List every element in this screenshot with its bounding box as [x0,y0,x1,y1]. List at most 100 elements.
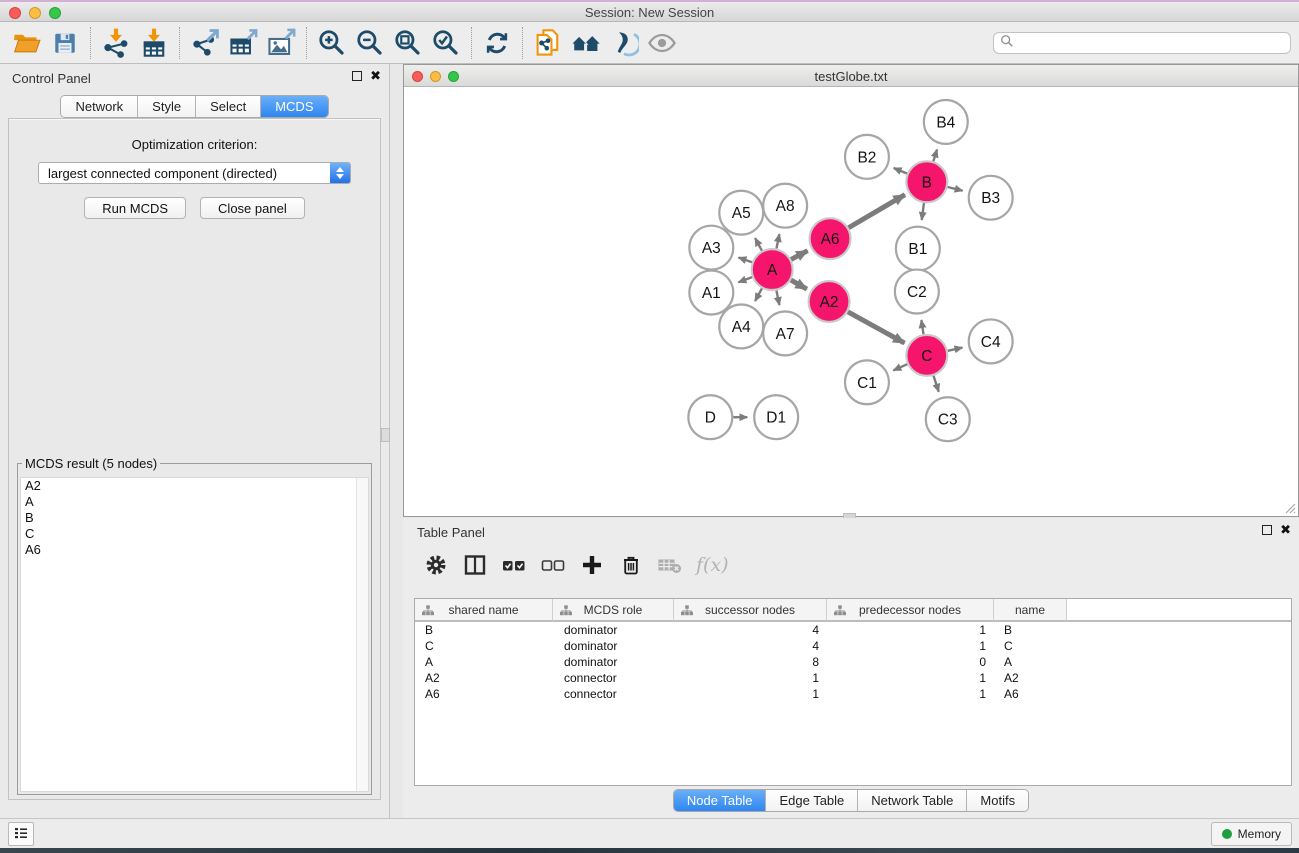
table-cell[interactable]: dominator [553,638,674,654]
graph-node-B3[interactable]: B3 [969,176,1013,220]
export-network-button[interactable] [186,26,224,60]
graph-edge-A-A3[interactable] [739,257,752,262]
graph-node-A4[interactable]: A4 [719,304,763,348]
graph-node-A1[interactable]: A1 [689,271,733,315]
graph-edge-A2-C[interactable] [848,312,905,343]
function-builder-button[interactable]: f(x) [694,554,729,576]
column-header-mcds-role[interactable]: MCDS role [553,599,674,622]
table-cell[interactable]: 0 [827,654,994,670]
close-panel-icon[interactable]: ✖ [370,71,381,81]
graph-node-A7[interactable]: A7 [763,311,807,355]
zoom-selected-button[interactable] [427,26,465,60]
table-cell[interactable]: C [994,638,1067,654]
result-scrollbar[interactable] [356,478,368,791]
mcds-result-item[interactable]: A6 [21,542,368,558]
clone-network-button[interactable] [529,26,567,60]
graph-node-B1[interactable]: B1 [896,227,940,271]
table-cell[interactable]: 1 [827,638,994,654]
graph-node-A5[interactable]: A5 [719,191,763,235]
search-input[interactable] [1014,36,1284,50]
birds-eye-view-button[interactable] [643,26,681,60]
close-table-panel-icon[interactable]: ✖ [1280,525,1291,535]
table-cell[interactable]: connector [553,670,674,686]
table-cell[interactable]: A2 [994,670,1067,686]
graph-edge-A-A2[interactable] [791,280,807,289]
table-cell[interactable]: 4 [674,622,827,638]
task-history-button[interactable] [8,822,34,846]
tab-motifs[interactable]: Motifs [967,790,1028,811]
tab-mcds[interactable]: MCDS [261,96,327,117]
memory-button[interactable]: Memory [1211,822,1292,846]
table-cell[interactable]: A [415,654,553,670]
table-cell[interactable]: B [415,622,553,638]
close-panel-button[interactable]: Close panel [200,197,305,219]
graph-node-A8[interactable]: A8 [763,184,807,228]
graph-edge-A-A4[interactable] [755,288,762,301]
graph-node-B2[interactable]: B2 [845,135,889,179]
table-settings-button[interactable] [421,550,451,580]
table-cell[interactable]: dominator [553,654,674,670]
delete-table-button[interactable] [655,550,685,580]
select-all-button[interactable] [499,550,529,580]
graph-node-D1[interactable]: D1 [754,395,798,439]
graph-edge-A6-B[interactable] [849,195,905,228]
graph-node-D[interactable]: D [688,395,732,439]
table-cell[interactable]: connector [553,686,674,702]
tab-network-table[interactable]: Network Table [858,790,967,811]
mcds-result-item[interactable]: A [21,494,368,510]
graph-node-C[interactable]: C [906,335,947,376]
resize-grip-icon[interactable] [1282,500,1296,514]
import-network-button[interactable] [97,26,135,60]
tab-network[interactable]: Network [61,96,138,117]
table-row[interactable]: Adominator80A [415,654,1291,670]
table-row[interactable]: Cdominator41C [415,638,1291,654]
zoom-in-button[interactable] [313,26,351,60]
graph-node-A2[interactable]: A2 [809,281,850,322]
graph-edge-A-A1[interactable] [738,277,752,282]
graph-node-C4[interactable]: C4 [969,319,1013,363]
column-header-predecessor-nodes[interactable]: predecessor nodes [827,599,994,622]
table-cell[interactable]: 1 [674,670,827,686]
table-cell[interactable]: 1 [827,686,994,702]
export-table-button[interactable] [224,26,262,60]
refresh-button[interactable] [478,26,516,60]
table-cell[interactable]: A6 [415,686,553,702]
add-column-button[interactable] [577,550,607,580]
graph-edge-C-C1[interactable] [893,364,907,370]
show-columns-button[interactable] [460,550,490,580]
graph-edge-B-B1[interactable] [922,203,924,220]
tab-select[interactable]: Select [196,96,261,117]
tab-style[interactable]: Style [138,96,196,117]
tab-edge-table[interactable]: Edge Table [766,790,858,811]
west-panel-grip[interactable] [381,428,390,442]
table-cell[interactable]: C [415,638,553,654]
graph-node-A6[interactable]: A6 [810,218,851,259]
graph-edge-C-C3[interactable] [934,376,939,392]
column-header-name[interactable]: name [994,599,1067,622]
table-cell[interactable]: A2 [415,670,553,686]
graph-node-A3[interactable]: A3 [689,226,733,270]
unselect-all-button[interactable] [538,550,568,580]
graph-edge-A-A6[interactable] [791,251,808,260]
graph-node-A[interactable]: A [752,249,793,290]
table-cell[interactable]: A [994,654,1067,670]
graph-edge-B-B2[interactable] [894,168,907,174]
zoom-fit-button[interactable] [389,26,427,60]
mcds-result-item[interactable]: A2 [21,478,368,494]
table-cell[interactable]: B [994,622,1067,638]
import-table-button[interactable] [135,26,173,60]
export-image-button[interactable] [262,26,300,60]
float-table-panel-icon[interactable] [1262,525,1272,535]
network-canvas[interactable]: AA1A3A4A5A7A8A6A2BB1B2B3B4CC1C2C3C4DD1 [404,87,1298,516]
graph-node-C1[interactable]: C1 [845,360,889,404]
graph-node-C2[interactable]: C2 [895,270,939,314]
tab-node-table[interactable]: Node Table [674,790,767,811]
table-cell[interactable]: 1 [827,670,994,686]
graph-edge-A-A5[interactable] [755,238,762,251]
table-cell[interactable]: 4 [674,638,827,654]
graph-edge-B-B3[interactable] [948,187,963,191]
table-cell[interactable]: 8 [674,654,827,670]
table-cell[interactable]: 1 [827,622,994,638]
table-row[interactable]: Bdominator41B [415,622,1291,638]
table-row[interactable]: A2connector11A2 [415,670,1291,686]
